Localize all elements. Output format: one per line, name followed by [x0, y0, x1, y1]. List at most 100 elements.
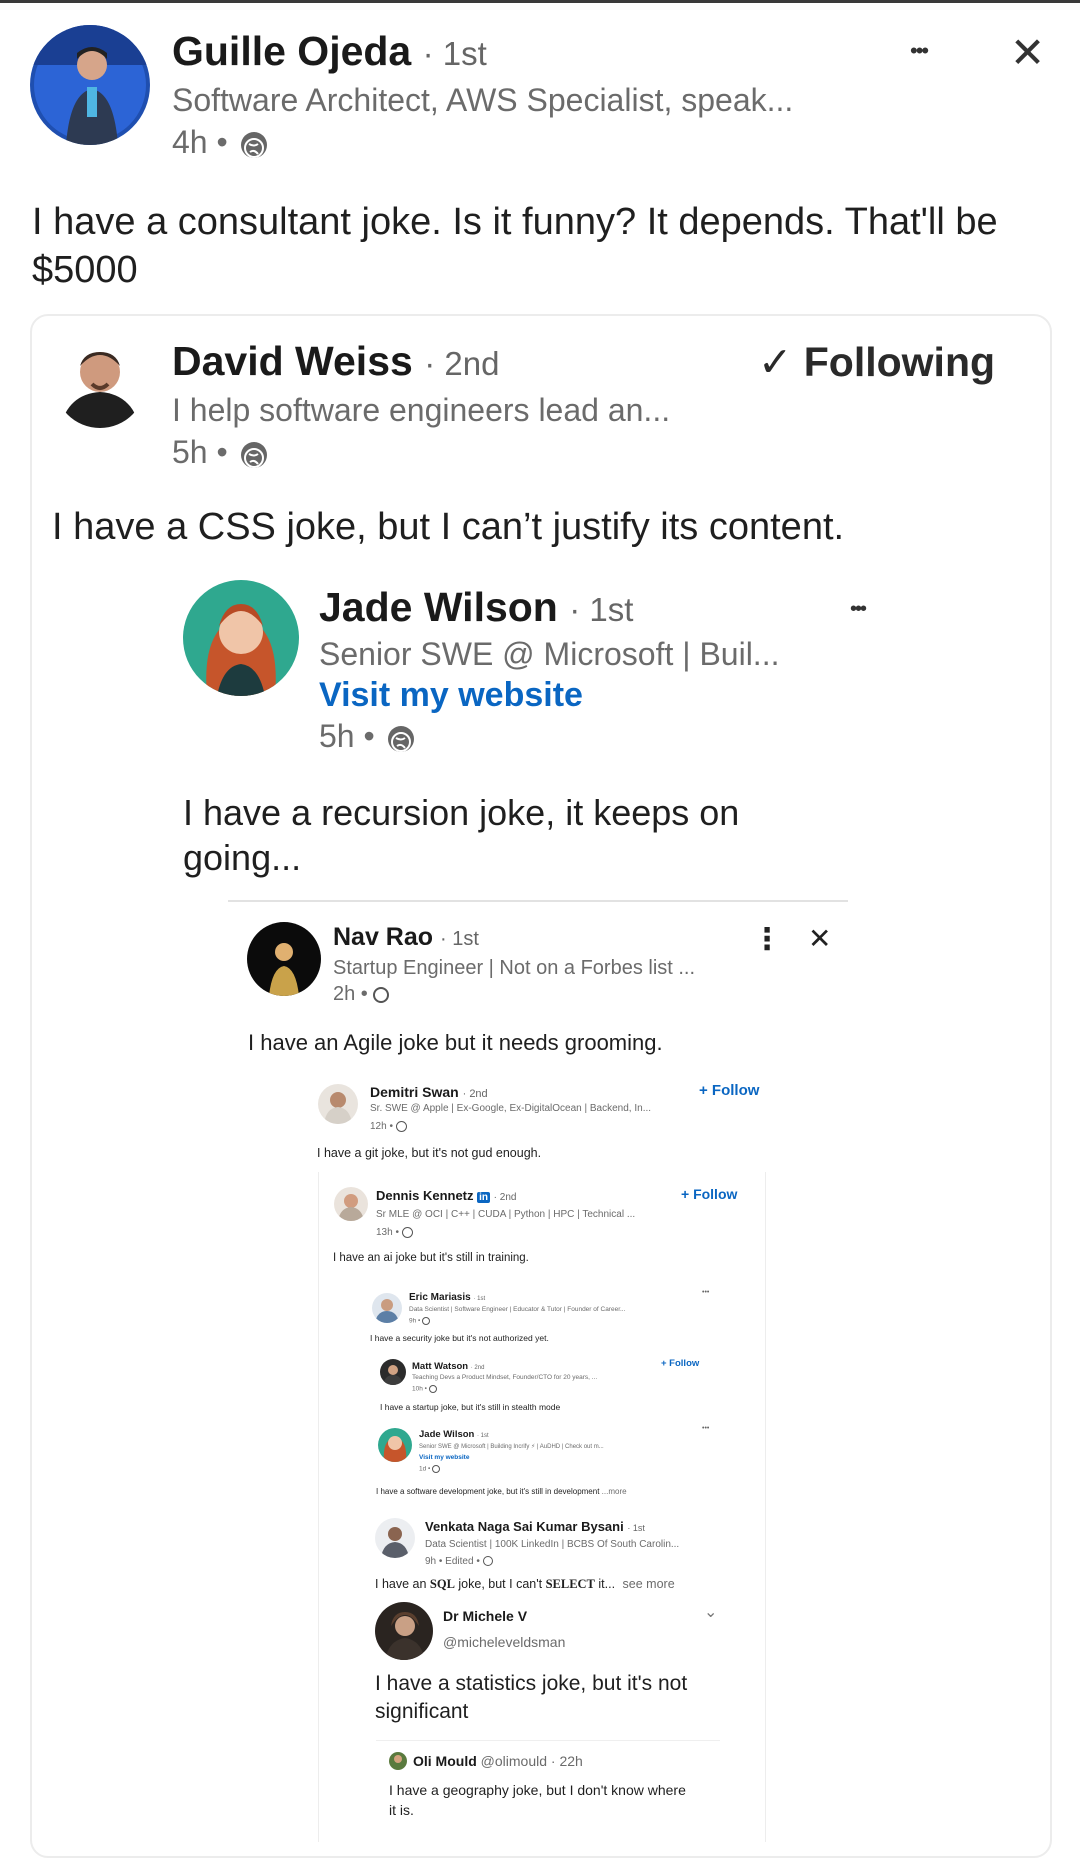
repost-timestamp: 9h • Edited •: [425, 1556, 493, 1567]
close-icon[interactable]: ✕: [808, 922, 831, 955]
repost-headline: Senior SWE @ Microsoft | Building Incrif…: [419, 1444, 604, 1450]
repost-author[interactable]: Eric Mariasis · 1st: [409, 1292, 485, 1303]
repost-headline: Startup Engineer | Not on a Forbes list …: [333, 957, 696, 979]
repost-author[interactable]: Dennis Kennetz in · 2nd: [376, 1188, 516, 1203]
avatar[interactable]: [334, 1187, 368, 1221]
connection-degree: · 1st: [440, 928, 479, 950]
globe-icon: [240, 131, 267, 158]
globe-icon: [401, 1227, 413, 1238]
see-more-link[interactable]: ...more: [602, 1487, 627, 1496]
globe-icon: [240, 441, 267, 468]
repost-author[interactable]: Venkata Naga Sai Kumar Bysani · 1st: [425, 1519, 645, 1534]
repost-timestamp: 13h •: [376, 1227, 413, 1238]
body-text: I have a software development joke, but …: [376, 1487, 600, 1496]
repost-author[interactable]: Nav Rao · 1st: [333, 923, 479, 952]
author-name[interactable]: Dennis Kennetz: [376, 1188, 474, 1203]
following-button[interactable]: ✓ Following: [758, 338, 995, 386]
tweet-body: I have a geography joke, but I don't kno…: [389, 1782, 686, 1818]
follow-button[interactable]: + Follow: [681, 1186, 737, 1202]
visit-website-link[interactable]: Visit my website: [419, 1454, 469, 1461]
connection-degree: · 2nd: [493, 1192, 517, 1203]
repost-headline: Senior SWE @ Microsoft | Buil...: [319, 636, 780, 672]
author-name[interactable]: Nav Rao: [333, 923, 433, 951]
avatar[interactable]: [375, 1518, 415, 1558]
tweet-body: I have a statistics joke, but it's not s…: [375, 1672, 688, 1723]
avatar[interactable]: [54, 336, 146, 428]
separator: [228, 900, 848, 902]
connection-degree: · 1st: [627, 1523, 645, 1533]
chevron-down-icon[interactable]: ⌄: [704, 1602, 717, 1622]
author-name[interactable]: Eric Mariasis: [409, 1292, 471, 1303]
more-options-icon[interactable]: ⋮: [752, 922, 782, 957]
connection-degree: · 1st: [477, 1433, 489, 1439]
author-name[interactable]: Jade Wilson: [319, 584, 558, 630]
linkedin-badge-icon: in: [477, 1192, 491, 1203]
repost-author[interactable]: David Weiss · 2nd: [172, 338, 499, 385]
repost-author[interactable]: Jade Wilson · 1st: [419, 1429, 489, 1440]
follow-button[interactable]: + Follow: [699, 1082, 759, 1099]
globe-icon: [387, 725, 414, 752]
top-border: [0, 0, 1080, 3]
author-name[interactable]: Demitri Swan: [370, 1084, 459, 1100]
connection-degree: · 2nd: [424, 345, 500, 382]
more-options-icon[interactable]: •••: [850, 598, 867, 621]
repost-headline: Sr MLE @ OCI | C++ | CUDA | Python | HPC…: [376, 1209, 636, 1220]
avatar[interactable]: [389, 1752, 407, 1770]
avatar[interactable]: [30, 25, 150, 145]
repost-headline: I help software engineers lead an...: [172, 392, 671, 428]
author-name[interactable]: Jade Wilson: [419, 1429, 474, 1440]
post-body: I have a consultant joke. Is it funny? I…: [32, 201, 998, 291]
repost-body: I have a software development joke, but …: [376, 1487, 627, 1496]
more-options-icon[interactable]: •••: [702, 1425, 709, 1432]
tweet-handle: @olimould · 22h: [480, 1753, 583, 1769]
avatar[interactable]: [247, 922, 321, 996]
time-text: 13h •: [376, 1227, 399, 1239]
post-timestamp: 4h •: [172, 124, 267, 161]
avatar[interactable]: [318, 1084, 358, 1124]
repost-timestamp: 12h •: [370, 1121, 407, 1132]
tweet-author[interactable]: Dr Michele V: [443, 1608, 527, 1624]
avatar[interactable]: [380, 1359, 406, 1385]
repost-headline: Data Scientist | Software Engineer | Edu…: [409, 1306, 626, 1313]
author-name[interactable]: Oli Mould: [413, 1753, 477, 1769]
visit-website-link[interactable]: Visit my website: [319, 676, 583, 715]
globe-icon: [428, 1385, 437, 1393]
time-text: 2h •: [333, 983, 368, 1005]
connection-degree: · 1st: [569, 591, 634, 628]
repost-timestamp: 5h •: [172, 434, 267, 471]
globe-icon: [395, 1121, 407, 1132]
repost-body: I have a recursion joke, it keeps on goi…: [183, 792, 740, 878]
author-name[interactable]: Matt Watson: [412, 1361, 468, 1372]
body-text: it...: [594, 1577, 616, 1591]
repost-timestamp: 5h •: [319, 718, 414, 755]
repost-timestamp: 9h •: [409, 1317, 431, 1325]
avatar[interactable]: [378, 1428, 412, 1462]
time-text: 4h •: [172, 124, 228, 160]
repost-headline: Teaching Devs a Product Mindset, Founder…: [412, 1374, 598, 1381]
avatar[interactable]: [375, 1602, 433, 1660]
tweet-author[interactable]: Oli Mould @olimould · 22h: [413, 1753, 583, 1769]
repost-body: I have a security joke but it's not auth…: [370, 1333, 549, 1343]
time-text: 5h •: [319, 718, 375, 754]
repost-body: I have a CSS joke, but I can’t justify i…: [52, 506, 845, 548]
more-options-icon[interactable]: •••: [702, 1289, 709, 1296]
see-more-link[interactable]: see more: [623, 1577, 675, 1591]
avatar[interactable]: [183, 580, 299, 696]
author-name[interactable]: Venkata Naga Sai Kumar Bysani: [425, 1519, 624, 1534]
body-text: joke, but I can't: [454, 1577, 546, 1591]
repost-body: I have an ai joke but it's still in trai…: [333, 1252, 529, 1264]
avatar[interactable]: [372, 1293, 402, 1323]
post-author[interactable]: Guille Ojeda · 1st: [172, 28, 487, 75]
author-name[interactable]: David Weiss: [172, 338, 413, 384]
tweet-handle: @micheleveldsman: [443, 1634, 566, 1650]
repost-author[interactable]: Jade Wilson · 1st: [319, 584, 633, 631]
time-text: 9h •: [409, 1317, 421, 1325]
close-icon[interactable]: ✕: [1010, 28, 1045, 77]
follow-button[interactable]: + Follow: [661, 1358, 699, 1369]
author-name[interactable]: Guille Ojeda: [172, 28, 411, 74]
repost-timestamp: 2h •: [333, 983, 390, 1006]
globe-icon: [373, 986, 390, 1003]
repost-author[interactable]: Demitri Swan · 2nd: [370, 1084, 488, 1100]
more-options-icon[interactable]: •••: [910, 38, 929, 64]
repost-author[interactable]: Matt Watson · 2nd: [412, 1361, 484, 1372]
